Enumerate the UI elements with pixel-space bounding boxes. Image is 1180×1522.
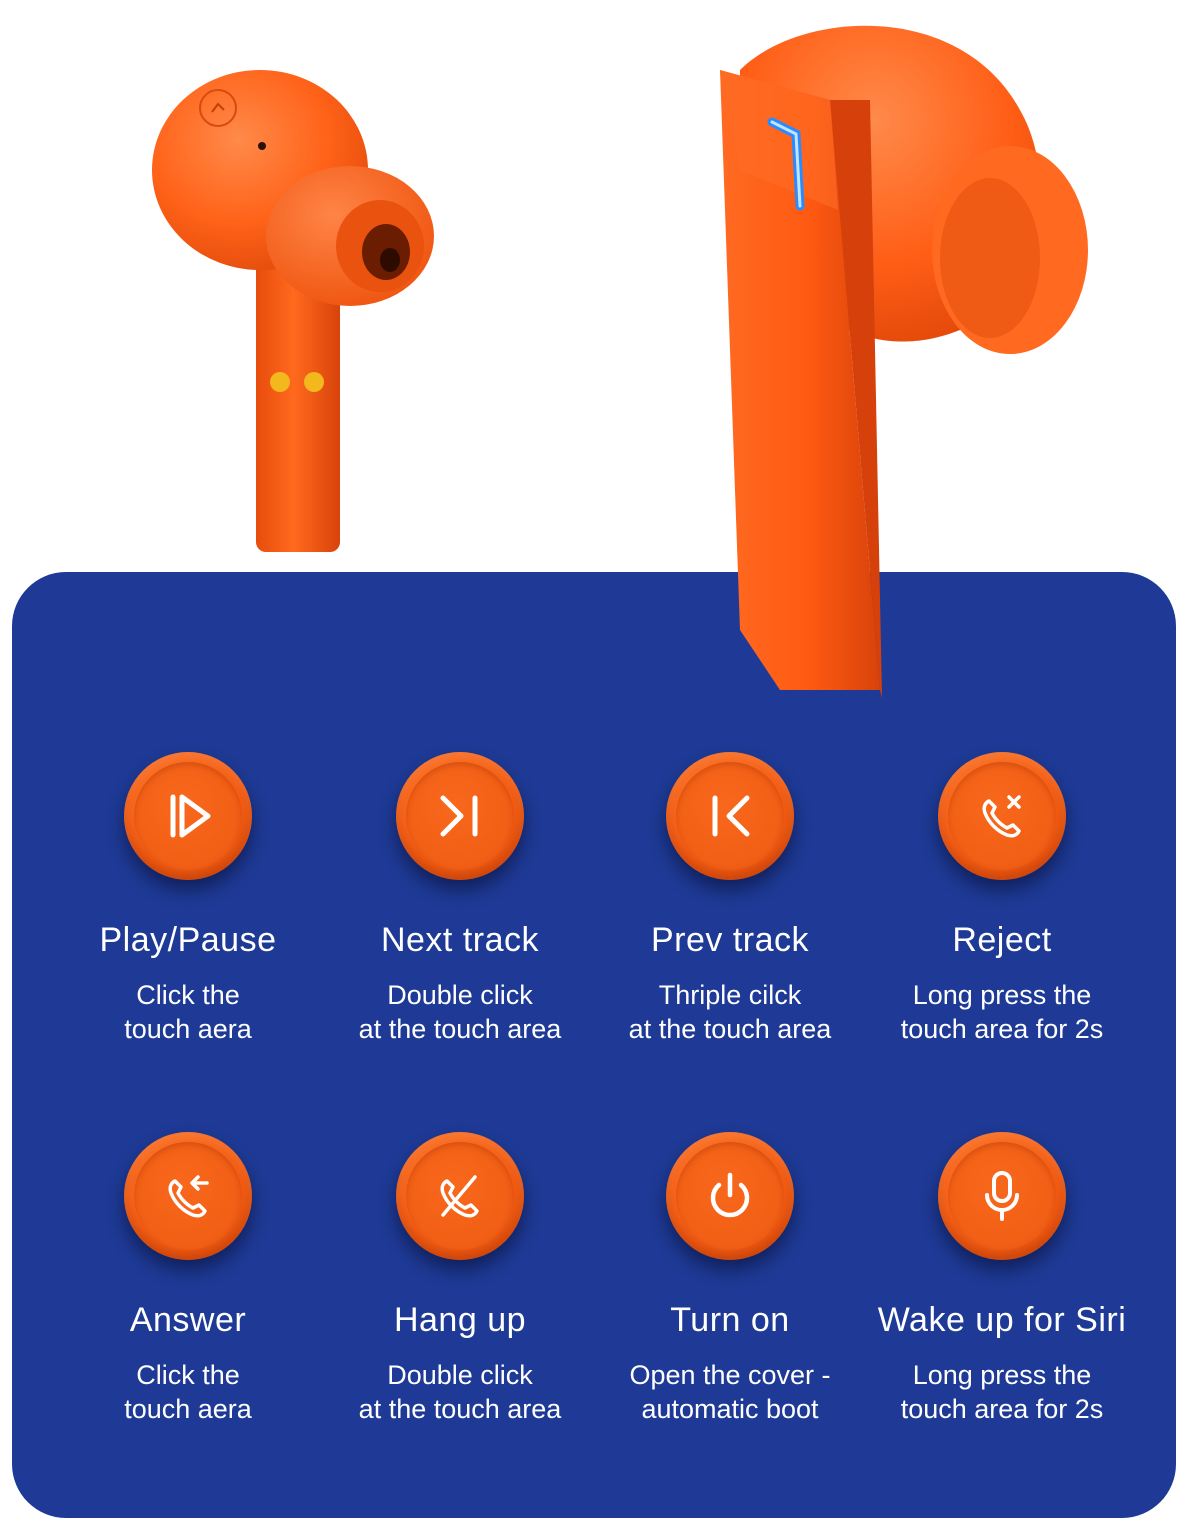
microphone-icon [985,1171,1019,1221]
next-track-icon [440,795,478,837]
hang-up-button [396,1132,524,1260]
reject-button [938,752,1066,880]
controls-grid: Play/Pause Click the touch aera Next tra… [0,0,1180,1522]
prev-track-icon [712,795,750,837]
reject-call-icon [982,795,1021,838]
control-title: Turn on [670,1301,790,1339]
control-title: Prev track [650,921,810,959]
control-description: Thriple cilck at the touch area [628,980,832,1044]
control-description: Long press the touch area for 2s [900,980,1104,1044]
answer-call-icon [168,1175,209,1218]
control-title: Reject [952,921,1052,959]
control-title: Wake up for Siri [877,1301,1127,1339]
play-pause-icon [170,794,211,838]
power-icon [710,1172,750,1218]
control-description: Double click at the touch area [358,980,562,1044]
power-button [666,1132,794,1260]
control-description: Open the cover - automatic boot [629,1360,831,1424]
siri-button [938,1132,1066,1260]
control-title: Play/Pause [99,921,277,959]
control-title: Next track [380,921,540,959]
next-track-button [396,752,524,880]
control-description: Click the touch aera [124,980,252,1044]
control-title: Answer [129,1301,247,1339]
control-description: Long press the touch area for 2s [900,1360,1104,1424]
control-description: Click the touch aera [124,1360,252,1424]
prev-track-button [666,752,794,880]
play-pause-button [124,752,252,880]
control-title: Hang up [393,1301,527,1339]
control-description: Double click at the touch area [358,1360,562,1424]
hang-up-icon [440,1175,479,1218]
answer-button [124,1132,252,1260]
